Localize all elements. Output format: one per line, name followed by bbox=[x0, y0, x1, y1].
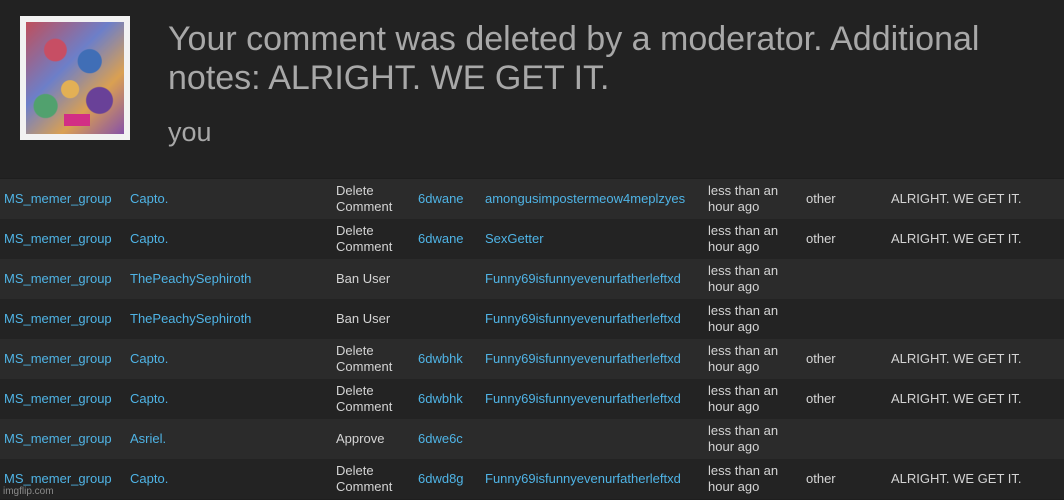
time-text: less than an hour ago bbox=[708, 383, 779, 414]
notification-message: Your comment was deleted by a moderator.… bbox=[168, 20, 980, 97]
group-link[interactable]: MS_memer_group bbox=[4, 379, 112, 419]
notes-text: ALRIGHT. WE GET IT. bbox=[891, 191, 1022, 206]
group-link[interactable]: MS_memer_group bbox=[4, 179, 112, 219]
user-link[interactable]: Funny69isfunnyevenurfatherleftxd bbox=[485, 379, 681, 419]
action-text: Approve bbox=[336, 431, 385, 446]
table-row: MS_memer_group ThePeachySephiroth Ban Us… bbox=[0, 259, 1064, 299]
action-text: Delete Comment bbox=[336, 343, 393, 374]
action-text: Delete Comment bbox=[336, 183, 393, 214]
reason-text: other bbox=[806, 471, 836, 486]
group-link[interactable]: MS_memer_group bbox=[4, 419, 112, 459]
moderator-link[interactable]: Asriel. bbox=[130, 419, 166, 459]
notes-text: ALRIGHT. WE GET IT. bbox=[891, 391, 1022, 406]
table-row: MS_memer_group Capto. Delete Comment 6dw… bbox=[0, 179, 1064, 219]
moderator-link[interactable]: ThePeachySephiroth bbox=[130, 299, 251, 339]
mod-log-table: MS_memer_group Capto. Delete Comment 6dw… bbox=[0, 179, 1064, 499]
post-link[interactable]: 6dwbhk bbox=[418, 379, 463, 419]
notes-text: ALRIGHT. WE GET IT. bbox=[891, 351, 1022, 366]
table-row: MS_memer_group Asriel. Approve 6dwe6c le… bbox=[0, 419, 1064, 459]
time-text: less than an hour ago bbox=[708, 223, 779, 254]
time-text: less than an hour ago bbox=[708, 303, 779, 334]
meme-thumbnail[interactable] bbox=[20, 16, 130, 140]
time-text: less than an hour ago bbox=[708, 463, 779, 494]
user-link[interactable]: Funny69isfunnyevenurfatherleftxd bbox=[485, 299, 681, 339]
user-link[interactable]: Funny69isfunnyevenurfatherleftxd bbox=[485, 339, 681, 379]
table-row: MS_memer_group ThePeachySephiroth Ban Us… bbox=[0, 299, 1064, 339]
thumbnail-image bbox=[26, 22, 124, 134]
moderator-link[interactable]: Capto. bbox=[130, 379, 168, 419]
watermark: imgflip.com bbox=[3, 486, 54, 497]
action-text: Ban User bbox=[336, 311, 391, 326]
group-link[interactable]: MS_memer_group bbox=[4, 259, 112, 299]
time-text: less than an hour ago bbox=[708, 183, 779, 214]
post-link[interactable]: 6dwe6c bbox=[418, 419, 463, 459]
time-text: less than an hour ago bbox=[708, 263, 779, 294]
notes-text: ALRIGHT. WE GET IT. bbox=[891, 471, 1022, 486]
notification-author: you bbox=[168, 117, 212, 147]
post-link[interactable]: 6dwd8g bbox=[418, 459, 464, 499]
user-link[interactable]: SexGetter bbox=[485, 219, 544, 259]
time-text: less than an hour ago bbox=[708, 423, 779, 454]
group-link[interactable]: MS_memer_group bbox=[4, 219, 112, 259]
group-link[interactable]: MS_memer_group bbox=[4, 339, 112, 379]
post-link[interactable]: 6dwane bbox=[418, 219, 464, 259]
table-row: MS_memer_group Capto. Delete Comment 6dw… bbox=[0, 379, 1064, 419]
user-link[interactable]: Funny69isfunnyevenurfatherleftxd bbox=[485, 259, 681, 299]
reason-text: other bbox=[806, 351, 836, 366]
moderator-link[interactable]: Capto. bbox=[130, 179, 168, 219]
group-link[interactable]: MS_memer_group bbox=[4, 299, 112, 339]
user-link[interactable]: amongusimpostermeow4meplzyes bbox=[485, 179, 685, 219]
action-text: Delete Comment bbox=[336, 463, 393, 494]
time-text: less than an hour ago bbox=[708, 343, 779, 374]
action-text: Ban User bbox=[336, 271, 391, 286]
moderator-link[interactable]: Capto. bbox=[130, 219, 168, 259]
post-link[interactable]: 6dwbhk bbox=[418, 339, 463, 379]
table-row: MS_memer_group Capto. Delete Comment 6dw… bbox=[0, 459, 1064, 499]
action-text: Delete Comment bbox=[336, 223, 393, 254]
action-text: Delete Comment bbox=[336, 383, 393, 414]
notes-text: ALRIGHT. WE GET IT. bbox=[891, 231, 1022, 246]
user-link[interactable]: Funny69isfunnyevenurfatherleftxd bbox=[485, 459, 681, 499]
notification-header: Your comment was deleted by a moderator.… bbox=[0, 0, 1064, 178]
moderator-link[interactable]: Capto. bbox=[130, 339, 168, 379]
moderator-link[interactable]: ThePeachySephiroth bbox=[130, 259, 251, 299]
table-row: MS_memer_group Capto. Delete Comment 6dw… bbox=[0, 339, 1064, 379]
table-row: MS_memer_group Capto. Delete Comment 6dw… bbox=[0, 219, 1064, 259]
reason-text: other bbox=[806, 191, 836, 206]
reason-text: other bbox=[806, 231, 836, 246]
post-link[interactable]: 6dwane bbox=[418, 179, 464, 219]
reason-text: other bbox=[806, 391, 836, 406]
moderator-link[interactable]: Capto. bbox=[130, 459, 168, 499]
